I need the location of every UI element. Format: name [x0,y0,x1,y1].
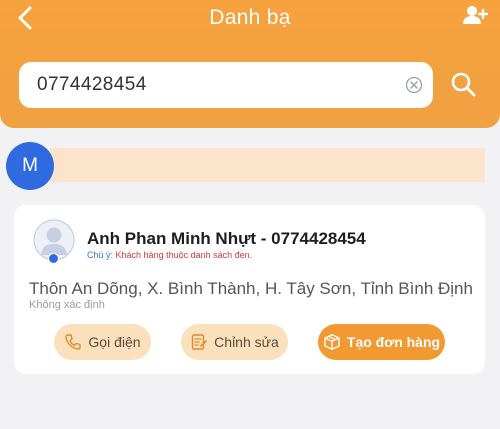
group-letter-avatar: M [6,142,54,190]
call-button[interactable]: Gọi điện [54,324,151,360]
clear-circle-icon [405,76,423,94]
create-order-button[interactable]: Tạo đơn hàng [318,324,445,360]
contact-address: Thôn An Dõng, X. Bình Thành, H. Tây Sơn,… [29,279,473,298]
search-button[interactable] [449,70,477,98]
blacklist-warning: Khách hàng thuộc danh sách đen. [115,250,253,260]
contact-note: Chú ý: Khách hàng thuộc danh sách đen. [87,250,252,260]
call-label: Gọi điện [88,334,141,350]
add-contact-icon [463,6,489,24]
search-icon [451,72,476,97]
contact-name: Anh Phan Minh Nhựt - 0774428454 [87,229,366,248]
verified-badge [48,253,59,264]
edit-note-icon [191,334,207,350]
note-label: Chú ý: [87,250,114,260]
group-header-strip [50,148,485,182]
search-box [19,62,433,108]
edit-label: Chỉnh sửa [214,334,279,350]
create-order-label: Tạo đơn hàng [346,334,441,350]
top-header: Danh bạ [0,0,500,128]
add-contact-button[interactable] [462,4,489,28]
edit-button[interactable]: Chỉnh sửa [181,324,288,360]
search-input[interactable] [37,73,397,97]
package-box-icon [324,334,340,350]
phone-icon [65,334,82,350]
page-title: Danh bạ [209,6,291,29]
clear-search-button[interactable] [405,76,423,94]
contact-card[interactable]: Anh Phan Minh Nhựt - 0774428454 Chú ý: K… [14,205,485,374]
address-status: Không xác định [29,299,105,311]
